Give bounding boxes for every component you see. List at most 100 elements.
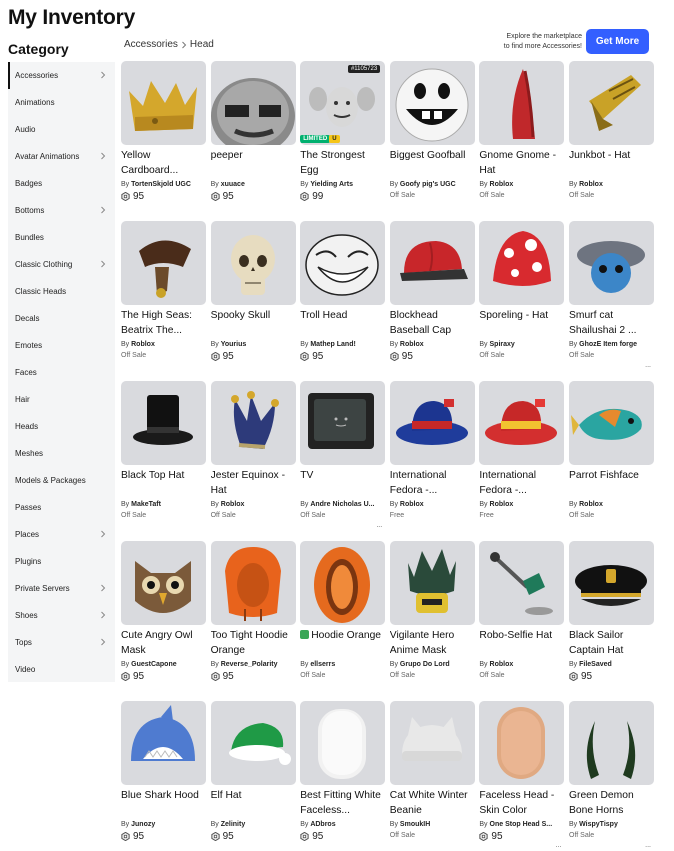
item-thumbnail[interactable] xyxy=(210,381,296,465)
item-name[interactable]: The High Seas: Beatrix The... xyxy=(121,308,206,338)
sidebar-item-classic-heads[interactable]: Classic Heads xyxy=(8,278,115,305)
inventory-item-card[interactable]: International Fedora -... By Roblox Free xyxy=(479,381,565,531)
creator-name[interactable]: Mathep Land! xyxy=(310,341,356,348)
item-name[interactable]: Black Sailor Captain Hat xyxy=(569,628,654,658)
item-thumbnail[interactable] xyxy=(389,221,475,305)
item-thumbnail[interactable] xyxy=(121,61,206,145)
item-thumbnail[interactable] xyxy=(569,381,654,465)
item-name[interactable]: Smurf cat Shailushai 2 ... xyxy=(569,308,654,338)
sidebar-item-meshes[interactable]: Meshes xyxy=(8,440,115,467)
creator-name[interactable]: Roblox xyxy=(490,181,514,188)
sidebar-item-passes[interactable]: Passes xyxy=(8,494,115,521)
sidebar-item-models-packages[interactable]: Models & Packages xyxy=(8,467,115,494)
item-thumbnail[interactable] xyxy=(479,541,565,625)
creator-name[interactable]: One Stop Head S... xyxy=(490,821,553,828)
creator-name[interactable]: Yielding Arts xyxy=(310,181,353,188)
item-name[interactable]: Spooky Skull xyxy=(211,308,296,338)
item-thumbnail[interactable] xyxy=(121,381,206,465)
inventory-item-card[interactable]: #1105723 LIMITED U The Strongest Egg By Yiel… xyxy=(300,61,386,211)
inventory-item-card[interactable]: Gnome Gnome - Hat By Roblox Off Sale xyxy=(479,61,565,211)
creator-name[interactable]: ADbros xyxy=(310,821,335,828)
item-name[interactable]: Jester Equinox - Hat xyxy=(211,468,296,498)
inventory-item-card[interactable]: Black Top Hat By MakeTaft Off Sale xyxy=(121,381,206,531)
creator-name[interactable]: ellserrs xyxy=(310,661,335,668)
sidebar-item-faces[interactable]: Faces xyxy=(8,359,115,386)
creator-name[interactable]: TortenSkjold UGC xyxy=(131,181,191,188)
inventory-item-card[interactable]: peeper By xuuace 95 xyxy=(210,61,296,211)
inventory-item-card[interactable]: Troll Head By Mathep Land! 95 xyxy=(300,221,386,371)
creator-name[interactable]: Spiraxy xyxy=(490,341,515,348)
item-thumbnail[interactable] xyxy=(121,221,206,305)
item-thumbnail[interactable] xyxy=(210,701,296,785)
item-name[interactable]: Blockhead Baseball Cap xyxy=(390,308,475,338)
inventory-item-card[interactable]: Yellow Cardboard... By TortenSkjold UGC 95 xyxy=(121,61,206,211)
item-name[interactable]: peeper xyxy=(211,148,296,178)
creator-name[interactable]: FileSaved xyxy=(579,661,612,668)
sidebar-item-emotes[interactable]: Emotes xyxy=(8,332,115,359)
item-name[interactable]: Biggest Goofball xyxy=(390,148,475,178)
item-name[interactable]: Elf Hat xyxy=(211,788,296,818)
inventory-item-card[interactable]: Best Fitting White Faceless... By ADbros 9… xyxy=(300,701,386,851)
inventory-item-card[interactable]: Sporeling - Hat By Spiraxy Off Sale xyxy=(479,221,565,371)
inventory-item-card[interactable]: Junkbot - Hat By Roblox Off Sale xyxy=(569,61,654,211)
sidebar-item-video[interactable]: Video xyxy=(8,656,115,683)
inventory-item-card[interactable]: Cute Angry Owl Mask By GuestCapone 95 xyxy=(121,541,206,691)
inventory-item-card[interactable]: Biggest Goofball By Goofy pig's UGC Off Sa… xyxy=(389,61,475,211)
creator-name[interactable]: MakeTaft xyxy=(131,501,161,508)
item-thumbnail[interactable] xyxy=(121,541,206,625)
inventory-item-card[interactable]: Green Demon Bone Horns By WispyTispy Off S… xyxy=(569,701,654,851)
sidebar-item-shoes[interactable]: Shoes xyxy=(8,602,115,629)
item-thumbnail[interactable] xyxy=(389,61,475,145)
item-name[interactable]: Vigilante Hero Anime Mask xyxy=(390,628,475,658)
inventory-item-card[interactable]: Elf Hat By Zelinity 95 xyxy=(210,701,296,851)
item-name[interactable]: International Fedora -... xyxy=(390,468,475,498)
item-thumbnail[interactable]: #1105723 LIMITED U xyxy=(300,61,386,145)
item-thumbnail[interactable] xyxy=(210,221,296,305)
item-name[interactable]: Cat White Winter Beanie xyxy=(390,788,475,818)
sidebar-item-classic-clothing[interactable]: Classic Clothing xyxy=(8,251,115,278)
item-thumbnail[interactable] xyxy=(389,381,475,465)
sidebar-item-heads[interactable]: Heads xyxy=(8,413,115,440)
item-thumbnail[interactable] xyxy=(569,541,654,625)
creator-name[interactable]: Roblox xyxy=(490,661,514,668)
item-thumbnail[interactable] xyxy=(300,701,386,785)
sidebar-item-avatar-animations[interactable]: Avatar Animations xyxy=(8,143,115,170)
creator-name[interactable]: GhozE Item forge xyxy=(579,341,637,348)
more-options-icon[interactable]: ... xyxy=(645,362,651,369)
item-name[interactable]: Gnome Gnome - Hat xyxy=(479,148,564,178)
inventory-item-card[interactable]: Vigilante Hero Anime Mask By Grupo Do Lor… xyxy=(389,541,475,691)
item-name[interactable]: Cute Angry Owl Mask xyxy=(121,628,206,658)
sidebar-item-plugins[interactable]: Plugins xyxy=(8,548,115,575)
more-options-icon[interactable]: ... xyxy=(376,522,382,529)
item-name[interactable]: Best Fitting White Faceless... xyxy=(300,788,385,818)
item-name[interactable]: International Fedora -... xyxy=(479,468,564,498)
inventory-item-card[interactable]: Smurf cat Shailushai 2 ... By GhozE Item … xyxy=(569,221,654,371)
inventory-item-card[interactable]: Too Tight Hoodie Orange By Reverse_Polari… xyxy=(210,541,296,691)
sidebar-item-tops[interactable]: Tops xyxy=(8,629,115,656)
item-thumbnail[interactable] xyxy=(300,221,386,305)
get-more-button[interactable]: Get More xyxy=(586,29,649,54)
inventory-item-card[interactable]: International Fedora -... By Roblox Free xyxy=(389,381,475,531)
item-thumbnail[interactable] xyxy=(210,61,296,145)
more-options-icon[interactable]: ... xyxy=(645,842,651,849)
item-thumbnail[interactable] xyxy=(479,221,565,305)
item-thumbnail[interactable] xyxy=(210,541,296,625)
sidebar-item-accessories[interactable]: Accessories xyxy=(8,62,115,89)
item-name[interactable]: Robo-Selfie Hat xyxy=(479,628,564,658)
item-thumbnail[interactable] xyxy=(300,541,386,625)
item-thumbnail[interactable] xyxy=(479,701,565,785)
inventory-item-card[interactable]: Blockhead Baseball Cap By Roblox 95 xyxy=(389,221,475,371)
inventory-item-card[interactable]: Parrot Fishface By Roblox Off Sale xyxy=(569,381,654,531)
inventory-item-card[interactable]: Black Sailor Captain Hat By FileSaved 95 xyxy=(569,541,654,691)
item-name[interactable]: Parrot Fishface xyxy=(569,468,654,498)
creator-name[interactable]: SmoukIH xyxy=(400,821,430,828)
item-name[interactable]: Too Tight Hoodie Orange xyxy=(211,628,296,658)
item-name[interactable]: Hoodie Orange xyxy=(300,628,385,658)
item-thumbnail[interactable] xyxy=(569,61,654,145)
creator-name[interactable]: xuuace xyxy=(221,181,245,188)
creator-name[interactable]: Roblox xyxy=(579,181,603,188)
sidebar-item-bundles[interactable]: Bundles xyxy=(8,224,115,251)
creator-name[interactable]: Andre Nicholas U... xyxy=(310,501,374,508)
inventory-item-card[interactable]: Hoodie Orange By ellserrs Off Sale xyxy=(300,541,386,691)
inventory-item-card[interactable]: Spooky Skull By Yourius 95 xyxy=(210,221,296,371)
